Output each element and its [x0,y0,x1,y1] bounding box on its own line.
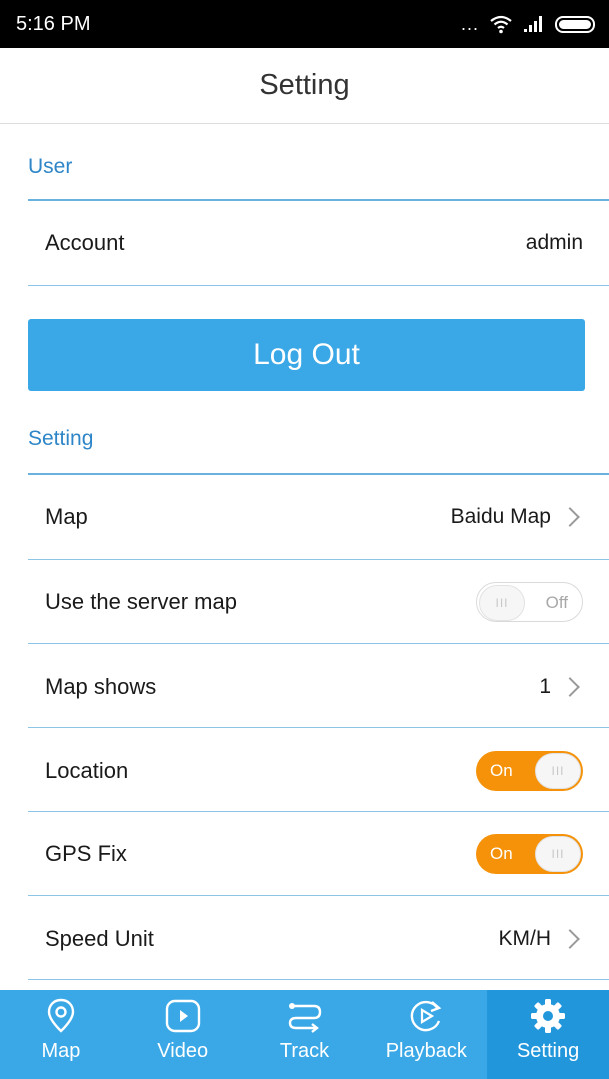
tab-track[interactable]: Track [244,990,366,1079]
chevron-right-icon [560,677,580,697]
speed-unit-value: KM/H [498,927,552,950]
server-map-toggle[interactable]: III Off [476,582,583,622]
location-toggle[interactable]: On III [476,751,583,791]
map-shows-label: Map shows [45,674,157,699]
map-shows-value-wrap: 1 [539,675,583,699]
title-bar: Setting [0,48,609,124]
setting-section-title: Setting [28,427,94,450]
row-divider [28,979,609,980]
track-icon [289,1003,322,1033]
toggle-knob: III [535,836,581,872]
account-value-wrap: admin [526,231,583,255]
row-divider [28,285,609,286]
user-section-title: User [28,155,73,178]
server-map-label: Use the server map [45,589,237,614]
tab-setting[interactable]: Setting [487,990,609,1079]
logout-button[interactable]: Log Out [28,319,585,391]
map-shows-value: 1 [539,675,551,698]
tab-label: Playback [385,1040,467,1062]
speed-unit-value-wrap: KM/H [499,927,584,951]
chevron-right-icon [560,507,580,527]
signal-icon [524,16,542,32]
tab-label: Setting [516,1040,580,1062]
chevron-right-icon [560,929,580,949]
gear-icon [531,999,566,1033]
bottom-tab-bar: Map Video Track Playback Setting [0,990,609,1079]
map-row[interactable]: Map Baidu Map [0,475,609,559]
status-bar: 5:16 PM ... [0,0,609,48]
tab-label: Video [157,1040,209,1062]
gps-fix-row: GPS Fix On III [0,812,609,896]
server-map-row: Use the server map III Off [0,560,609,644]
map-value: Baidu Map [450,505,551,528]
play-icon [165,999,200,1033]
location-label: Location [45,758,129,783]
tab-video[interactable]: Video [122,990,244,1079]
playback-icon [410,1000,442,1032]
page-title: Setting [259,69,350,101]
tab-playback[interactable]: Playback [365,990,487,1079]
status-icons: ... [461,14,595,35]
toggle-state-text: On [490,844,513,863]
location-row: Location On III [0,729,609,813]
toggle-knob: III [535,753,581,789]
account-row: Account admin [0,201,609,285]
status-time: 5:16 PM [16,12,91,35]
speed-unit-label: Speed Unit [45,926,154,951]
wifi-icon [490,15,512,34]
gps-fix-label: GPS Fix [45,841,127,866]
speed-unit-row[interactable]: Speed Unit KM/H [0,897,609,981]
account-value: admin [525,231,583,254]
row-divider [28,643,609,644]
map-value-wrap: Baidu Map [451,505,583,529]
row-divider [28,895,609,896]
battery-icon [555,15,595,33]
gps-fix-toggle[interactable]: On III [476,834,583,874]
tab-map[interactable]: Map [0,990,122,1079]
toggle-state-text: On [490,761,513,780]
toggle-state-text: Off [545,593,568,612]
map-pin-icon [47,998,75,1033]
map-shows-row[interactable]: Map shows 1 [0,645,609,729]
toggle-knob: III [479,585,525,621]
status-dots: ... [460,13,479,34]
account-label: Account [45,230,125,255]
map-label: Map [45,504,88,529]
row-divider [28,727,609,728]
tab-label: Track [279,1040,330,1062]
tab-label: Map [41,1040,81,1062]
